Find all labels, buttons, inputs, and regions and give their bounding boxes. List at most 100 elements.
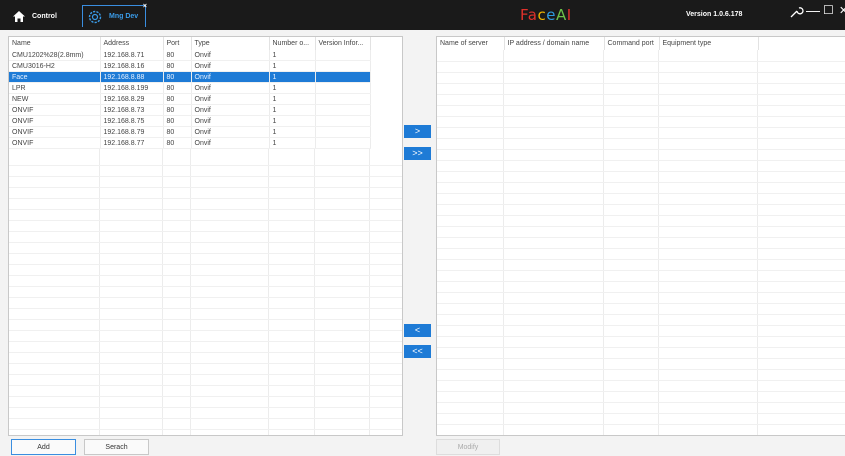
empty-row [9,419,402,430]
table-cell: 1 [269,50,316,61]
empty-row [9,386,402,397]
table-cell: 80 [163,71,192,83]
device-table-header: Name Address Port Type Number o... Versi… [9,37,371,50]
empty-row [9,232,402,243]
empty-row [9,298,402,309]
col-equipment-type[interactable]: Equipment type [659,37,759,50]
tab-close-icon[interactable]: × [143,3,147,10]
table-cell: ONVIF [9,137,101,149]
empty-row [437,73,845,84]
empty-row [437,62,845,73]
home-icon [13,10,25,22]
col-ip-domain[interactable]: IP address / domain name [504,37,605,50]
table-cell [315,93,371,105]
col-address[interactable]: Address [100,37,164,50]
add-one-button[interactable]: > [404,125,431,138]
table-cell: ONVIF [9,115,101,127]
table-cell: 1 [269,71,316,83]
table-cell: 192.168.8.71 [100,50,164,61]
table-cell: Onvif [191,115,270,127]
table-cell: 80 [163,137,192,149]
empty-row [9,408,402,419]
empty-row [9,265,402,276]
table-cell: 192.168.8.16 [100,60,164,72]
table-cell: 192.168.8.79 [100,126,164,138]
search-button[interactable]: Serach [84,439,149,455]
table-row[interactable]: ONVIF 192.168.8.79 80 Onvif 1 [9,126,371,138]
empty-row [437,282,845,293]
empty-row [437,106,845,117]
add-all-button[interactable]: >> [404,147,431,160]
empty-row [437,194,845,205]
empty-row [437,315,845,326]
table-cell: ONVIF [9,126,101,138]
empty-row [9,188,402,199]
empty-row [437,271,845,282]
device-table: Name Address Port Type Number o... Versi… [9,37,371,149]
empty-row [437,95,845,106]
table-cell: 80 [163,82,192,94]
table-row[interactable]: LPR 192.168.8.199 80 Onvif 1 [9,82,371,94]
col-type[interactable]: Type [191,37,270,50]
server-list-panel: Name of server IP address / domain name … [436,36,845,436]
table-cell [315,137,371,149]
modify-button[interactable]: Modify [436,439,500,455]
table-row[interactable]: ONVIF 192.168.8.75 80 Onvif 1 [9,115,371,127]
empty-row [437,150,845,161]
empty-row [437,227,845,238]
table-row[interactable]: CMU1202%28(2.8mm) 192.168.8.71 80 Onvif 1 [9,50,371,61]
table-cell: 1 [269,137,316,149]
empty-row [437,260,845,271]
settings-icon[interactable] [788,4,804,23]
col-name[interactable]: Name [9,37,101,50]
table-row[interactable]: ONVIF 192.168.8.77 80 Onvif 1 [9,137,371,149]
col-command-port[interactable]: Command port [604,37,660,50]
empty-row [9,210,402,221]
table-cell [315,126,371,138]
table-row[interactable]: Face 192.168.8.88 80 Onvif 1 [9,71,371,83]
table-cell: Onvif [191,50,270,61]
minimize-icon[interactable]: — [806,2,820,18]
empty-row [9,353,402,364]
tab-mng-dev[interactable]: Mng Dev × [82,3,147,27]
col-number[interactable]: Number o... [269,37,316,50]
table-row[interactable]: CMU3016-H2 192.168.8.16 80 Onvif 1 [9,60,371,72]
empty-row [437,238,845,249]
empty-row [9,309,402,320]
col-port[interactable]: Port [163,37,192,50]
empty-row [437,139,845,150]
col-version[interactable]: Version Infor... [315,37,371,50]
table-cell: 192.168.8.29 [100,93,164,105]
col-server-name[interactable]: Name of server [437,37,505,50]
table-cell: CMU1202%28(2.8mm) [9,50,101,61]
close-icon[interactable]: ✕ [839,4,845,17]
empty-row [9,276,402,287]
gear-icon [88,10,102,23]
empty-row [437,414,845,425]
tab-mng-dev-label: Mng Dev [109,13,139,20]
table-cell [315,104,371,116]
add-button[interactable]: Add [11,439,76,455]
table-cell: Onvif [191,104,270,116]
remove-one-button[interactable]: < [404,324,431,337]
maximize-icon[interactable]: ☐ [823,3,834,17]
tab-control[interactable]: Control [8,5,80,27]
table-row[interactable]: ONVIF 192.168.8.73 80 Onvif 1 [9,104,371,116]
empty-row [437,183,845,194]
empty-row [9,254,402,265]
empty-row [437,51,845,62]
empty-row [437,84,845,95]
app-title-letter: F [520,6,528,24]
table-cell: 80 [163,115,192,127]
app-title-letter: c [537,6,547,24]
table-cell [315,50,371,61]
table-cell: 80 [163,93,192,105]
empty-row [437,205,845,216]
table-cell: Face [9,71,101,83]
table-cell: 80 [163,126,192,138]
remove-all-button[interactable]: << [404,345,431,358]
empty-row [437,392,845,403]
empty-row [9,199,402,210]
version-label: Version 1.0.6.178 [686,11,743,18]
table-row[interactable]: NEW 192.168.8.29 80 Onvif 1 [9,93,371,105]
